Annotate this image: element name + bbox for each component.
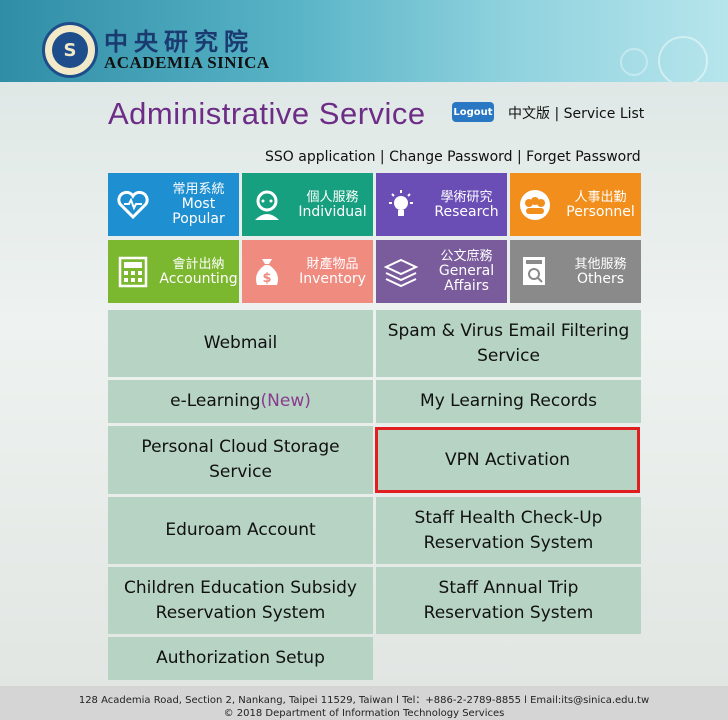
annual-trip-link[interactable]: Staff Annual Trip Reservation System [376,567,641,634]
service-label: Authorization Setup [156,648,325,668]
service-label: Staff Annual Trip Reservation System [423,577,594,623]
spam-filtering-link[interactable]: Spam & Virus Email Filtering Service [376,310,641,377]
separator: | [517,149,527,165]
tile-most-popular[interactable]: 常用系統 Most Popular [108,173,239,236]
service-label: Staff Health Check-Up Reservation System [414,507,603,553]
tile-label-en: Personnel [566,203,635,220]
personal-cloud-link[interactable]: Personal Cloud Storage Service [108,426,373,494]
eduroam-link[interactable]: Eduroam Account [108,497,373,564]
people-icon [510,188,560,222]
tile-label-en: Inventory [299,270,366,287]
tile-label-cn: 財產物品 [306,256,359,272]
tile-label-en: General Affairs [438,263,495,294]
tile-research[interactable]: 學術研究 Research [376,173,507,236]
chinese-version-link[interactable]: 中文版 [508,106,550,122]
org-name-chinese: 中央研究院 [104,27,254,56]
top-links: 中文版 | Service List [508,103,644,123]
service-label: Webmail [203,333,278,353]
document-search-icon [510,255,560,289]
page-title: Administrative Service [108,96,426,131]
tile-label-cn: 會計出納 [172,256,225,272]
separator: | [379,149,390,165]
authorization-setup-link[interactable]: Authorization Setup [108,637,373,680]
service-label: Children Education Subsidy Reservation S… [124,577,357,623]
tile-label-en: Others [576,270,625,287]
new-badge: (New) [260,391,311,411]
footer-copyright: © 2018 Department of Information Technol… [223,708,505,719]
lightbulb-icon [376,188,426,222]
logout-button[interactable]: Logout [452,102,494,122]
tile-label-cn: 常用系統 [172,182,225,197]
decorative-circle [620,48,648,76]
vpn-activation-link[interactable]: VPN Activation [375,427,640,493]
tile-label-cn: 學術研究 [440,189,493,205]
tile-accounting[interactable]: 會計出納 Accounting [108,240,239,303]
sso-application-link[interactable]: SSO application [265,149,375,165]
academia-sinica-seal-logo[interactable]: S [42,22,98,78]
seal-emblem: S [52,32,88,68]
service-label: Eduroam Account [165,520,316,540]
tile-label-en: Research [434,203,499,220]
forget-password-link[interactable]: Forget Password [526,149,640,165]
learning-records-link[interactable]: My Learning Records [376,380,641,423]
tile-label-en: Individual [298,203,367,220]
svg-text:$: $ [262,271,271,286]
footer-contact: 128 Academia Road, Section 2, Nankang, T… [78,695,650,706]
health-checkup-link[interactable]: Staff Health Check-Up Reservation System [376,497,641,564]
webmail-link[interactable]: Webmail [108,310,373,377]
tile-label-en: Most Popular [172,196,225,227]
service-label: My Learning Records [420,391,597,411]
tile-label-cn: 公文庶務 [440,249,493,264]
org-name-english: ACADEMIA SINICA [104,53,270,72]
tile-individual[interactable]: 個人服務 Individual [242,173,373,236]
decorative-circle [658,36,708,86]
account-links: SSO application | Change Password | Forg… [265,149,641,165]
tile-personnel[interactable]: 人事出勤 Personnel [510,173,641,236]
separator: | [554,106,564,122]
service-label: Spam & Virus Email Filtering Service [387,320,630,366]
moneybag-icon: $ [242,255,292,289]
heart-icon [108,190,158,220]
site-footer: 128 Academia Road, Section 2, Nankang, T… [0,686,728,720]
tile-label-cn: 其他服務 [574,256,627,272]
layers-icon [376,256,426,288]
tile-label-cn: 人事出勤 [574,189,627,205]
service-list-link[interactable]: Service List [564,106,645,122]
change-password-link[interactable]: Change Password [389,149,512,165]
tile-label-en: Accounting [159,270,238,287]
tile-others[interactable]: 其他服務 Others [510,240,641,303]
tile-inventory[interactable]: $ 財產物品 Inventory [242,240,373,303]
tile-label-cn: 個人服務 [306,189,359,205]
elearning-link[interactable]: e-Learning (New) [108,380,373,423]
calculator-icon [108,256,158,288]
service-label: e-Learning [170,391,261,411]
tile-general-affairs[interactable]: 公文庶務 General Affairs [376,240,507,303]
person-icon [242,188,292,222]
service-label: Personal Cloud Storage Service [141,437,340,482]
children-subsidy-link[interactable]: Children Education Subsidy Reservation S… [108,567,373,634]
service-label: VPN Activation [444,449,571,470]
